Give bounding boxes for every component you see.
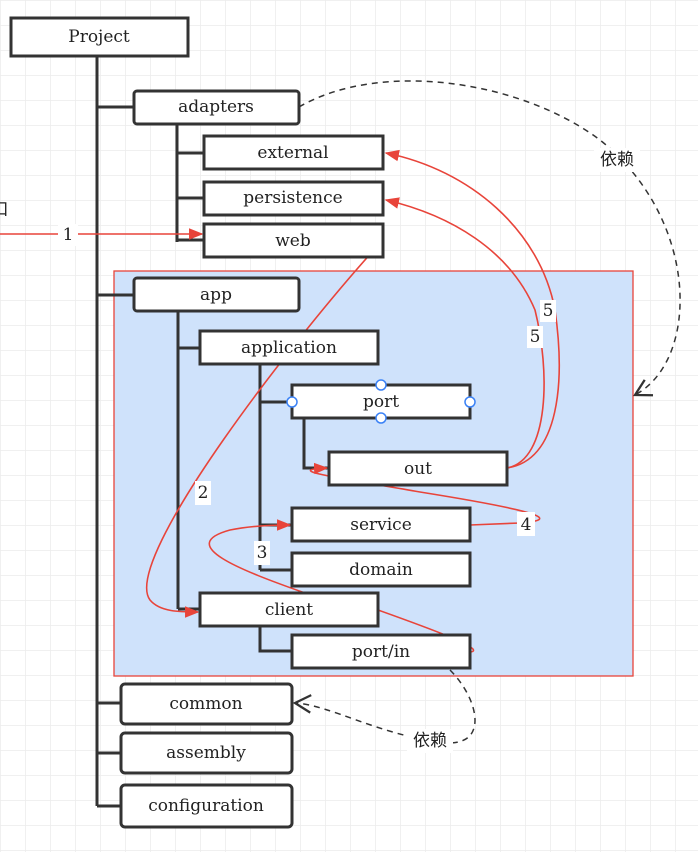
node-service[interactable]: service <box>290 506 472 543</box>
svg-text:Project: Project <box>68 27 130 47</box>
node-out[interactable]: out <box>327 450 509 487</box>
node-app[interactable]: app <box>132 276 301 313</box>
diagram-canvas[interactable]: 1 2 3 4 5 5 依赖 依赖 口 Project adapters ext… <box>0 0 698 852</box>
resize-handle-left <box>286 396 298 408</box>
resize-handle-bottom <box>375 412 387 424</box>
node-web[interactable]: web <box>202 222 385 259</box>
svg-text:domain: domain <box>349 560 413 580</box>
svg-text:assembly: assembly <box>166 743 246 763</box>
node-port[interactable]: port <box>286 379 476 424</box>
svg-text:port/in: port/in <box>352 642 410 662</box>
flow-label-3: 3 <box>257 543 268 563</box>
svg-text:external: external <box>257 143 328 163</box>
resize-handle-top <box>375 379 387 391</box>
svg-text:app: app <box>200 285 232 305</box>
node-common[interactable]: common <box>119 682 294 726</box>
resize-handle-right <box>464 396 476 408</box>
flow-label-2: 2 <box>198 483 209 503</box>
node-assembly[interactable]: assembly <box>119 731 294 775</box>
svg-text:application: application <box>241 338 337 358</box>
svg-text:common: common <box>169 694 242 714</box>
svg-text:client: client <box>265 600 313 620</box>
svg-text:out: out <box>404 459 432 479</box>
node-port-in[interactable]: port/in <box>290 633 472 670</box>
dependency-label-top: 依赖 <box>600 150 634 170</box>
dependency-label-bottom: 依赖 <box>413 731 447 751</box>
node-application[interactable]: application <box>198 329 380 366</box>
svg-text:service: service <box>350 515 412 535</box>
svg-text:persistence: persistence <box>243 188 342 208</box>
node-adapters[interactable]: adapters <box>132 89 301 126</box>
flow-label-5a: 5 <box>543 301 554 321</box>
node-client[interactable]: client <box>198 591 380 628</box>
edge-text-left: 口 <box>0 200 9 220</box>
svg-text:adapters: adapters <box>178 97 254 117</box>
flow-label-5b: 5 <box>530 327 541 347</box>
node-domain[interactable]: domain <box>290 551 472 588</box>
node-external[interactable]: external <box>202 134 385 171</box>
svg-text:port: port <box>363 392 399 412</box>
flow-label-1: 1 <box>63 225 74 245</box>
node-persistence[interactable]: persistence <box>202 180 385 217</box>
svg-text:configuration: configuration <box>148 796 264 816</box>
svg-text:web: web <box>275 231 311 251</box>
node-configuration[interactable]: configuration <box>119 783 294 829</box>
flow-label-4: 4 <box>521 515 532 535</box>
node-project[interactable]: Project <box>9 16 190 58</box>
